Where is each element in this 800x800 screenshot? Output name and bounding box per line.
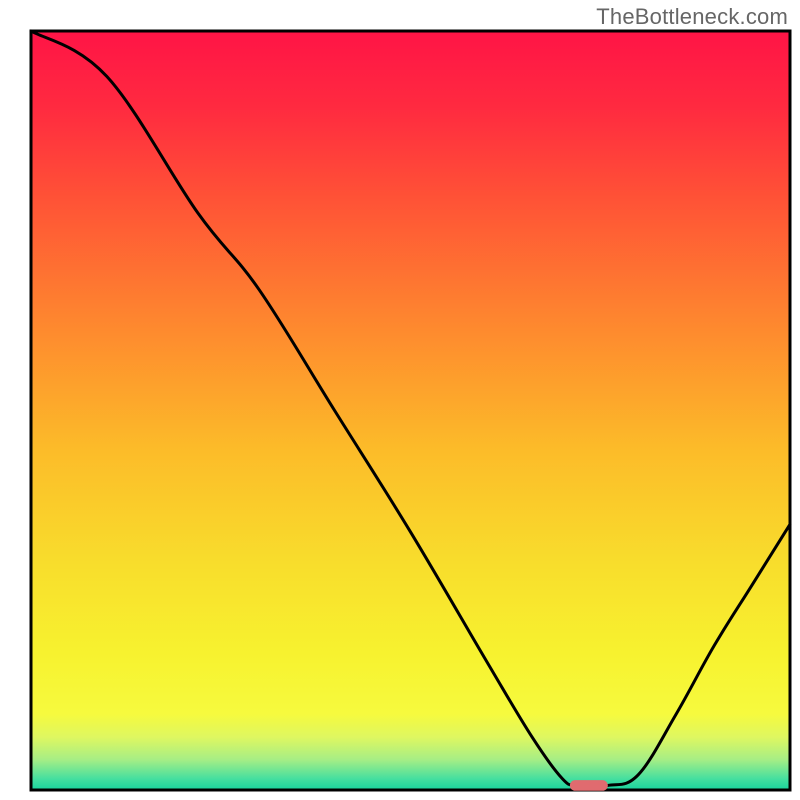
optimum-marker (570, 780, 608, 791)
plot-background (31, 31, 790, 790)
watermark-text: TheBottleneck.com (596, 4, 788, 30)
bottleneck-chart (0, 0, 800, 800)
chart-frame: TheBottleneck.com (0, 0, 800, 800)
